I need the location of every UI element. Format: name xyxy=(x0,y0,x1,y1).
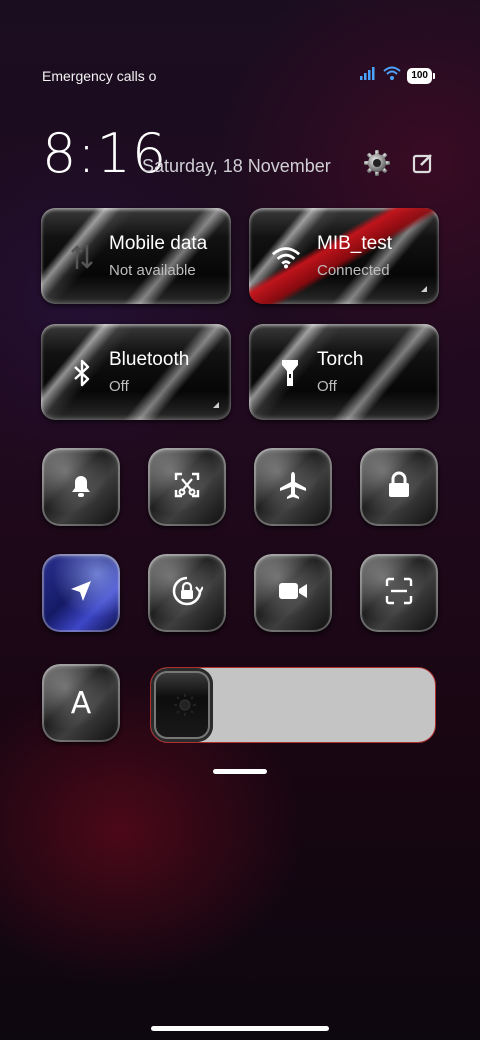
clock-date: Saturday, 18 November xyxy=(142,156,331,176)
torch-icon xyxy=(275,358,305,388)
lock-icon xyxy=(386,471,412,504)
gear-icon[interactable] xyxy=(362,148,392,178)
wifi-network-name: MIB_test xyxy=(317,233,392,254)
wifi-icon xyxy=(271,242,301,272)
screen-record-icon xyxy=(278,580,308,607)
location-icon xyxy=(68,578,94,609)
screen-record-toggle[interactable] xyxy=(254,554,332,632)
bluetooth-status: Off xyxy=(109,378,129,395)
brightness-slider[interactable] xyxy=(150,667,436,743)
scanner-toggle[interactable] xyxy=(360,554,438,632)
bluetooth-icon xyxy=(67,358,97,388)
expand-corner-icon[interactable] xyxy=(213,402,219,408)
gesture-nav-bar[interactable] xyxy=(151,1026,329,1031)
status-carrier-text: Emergency calls o xyxy=(42,68,157,84)
battery-level: 100 xyxy=(407,67,432,84)
mobile-data-title: Mobile data xyxy=(109,233,208,254)
screenshot-icon xyxy=(173,471,201,504)
mute-toggle[interactable] xyxy=(42,448,120,526)
torch-status: Off xyxy=(317,378,337,395)
panel-drag-handle[interactable] xyxy=(213,769,267,774)
torch-tile[interactable]: Torch Off xyxy=(249,324,439,420)
lock-toggle[interactable] xyxy=(360,448,438,526)
screenshot-toggle[interactable] xyxy=(148,448,226,526)
battery-icon: 100 xyxy=(407,67,435,84)
font-size-button[interactable]: A xyxy=(42,664,120,742)
scanner-icon xyxy=(385,577,413,610)
mobile-data-icon xyxy=(67,242,97,272)
rotation-lock-toggle[interactable] xyxy=(148,554,226,632)
bell-icon xyxy=(68,471,94,504)
airplane-icon xyxy=(278,470,308,505)
mobile-data-tile[interactable]: Mobile data Not available xyxy=(41,208,231,304)
wifi-status-icon xyxy=(383,66,401,85)
expand-corner-icon[interactable] xyxy=(421,286,427,292)
status-icons: 100 xyxy=(359,66,435,85)
brightness-icon xyxy=(173,693,197,717)
bluetooth-tile[interactable]: Bluetooth Off xyxy=(41,324,231,420)
brightness-fill[interactable] xyxy=(151,668,213,742)
edit-icon[interactable] xyxy=(408,148,438,178)
signal-icon xyxy=(359,66,377,85)
airplane-toggle[interactable] xyxy=(254,448,332,526)
location-toggle[interactable] xyxy=(42,554,120,632)
wifi-tile[interactable]: MIB_test Connected xyxy=(249,208,439,304)
torch-title: Torch xyxy=(317,349,364,370)
wifi-status: Connected xyxy=(317,262,390,279)
bluetooth-title: Bluetooth xyxy=(109,349,190,370)
rotation-lock-icon xyxy=(171,575,204,612)
font-size-label: A xyxy=(70,685,92,721)
mobile-data-status: Not available xyxy=(109,262,196,279)
